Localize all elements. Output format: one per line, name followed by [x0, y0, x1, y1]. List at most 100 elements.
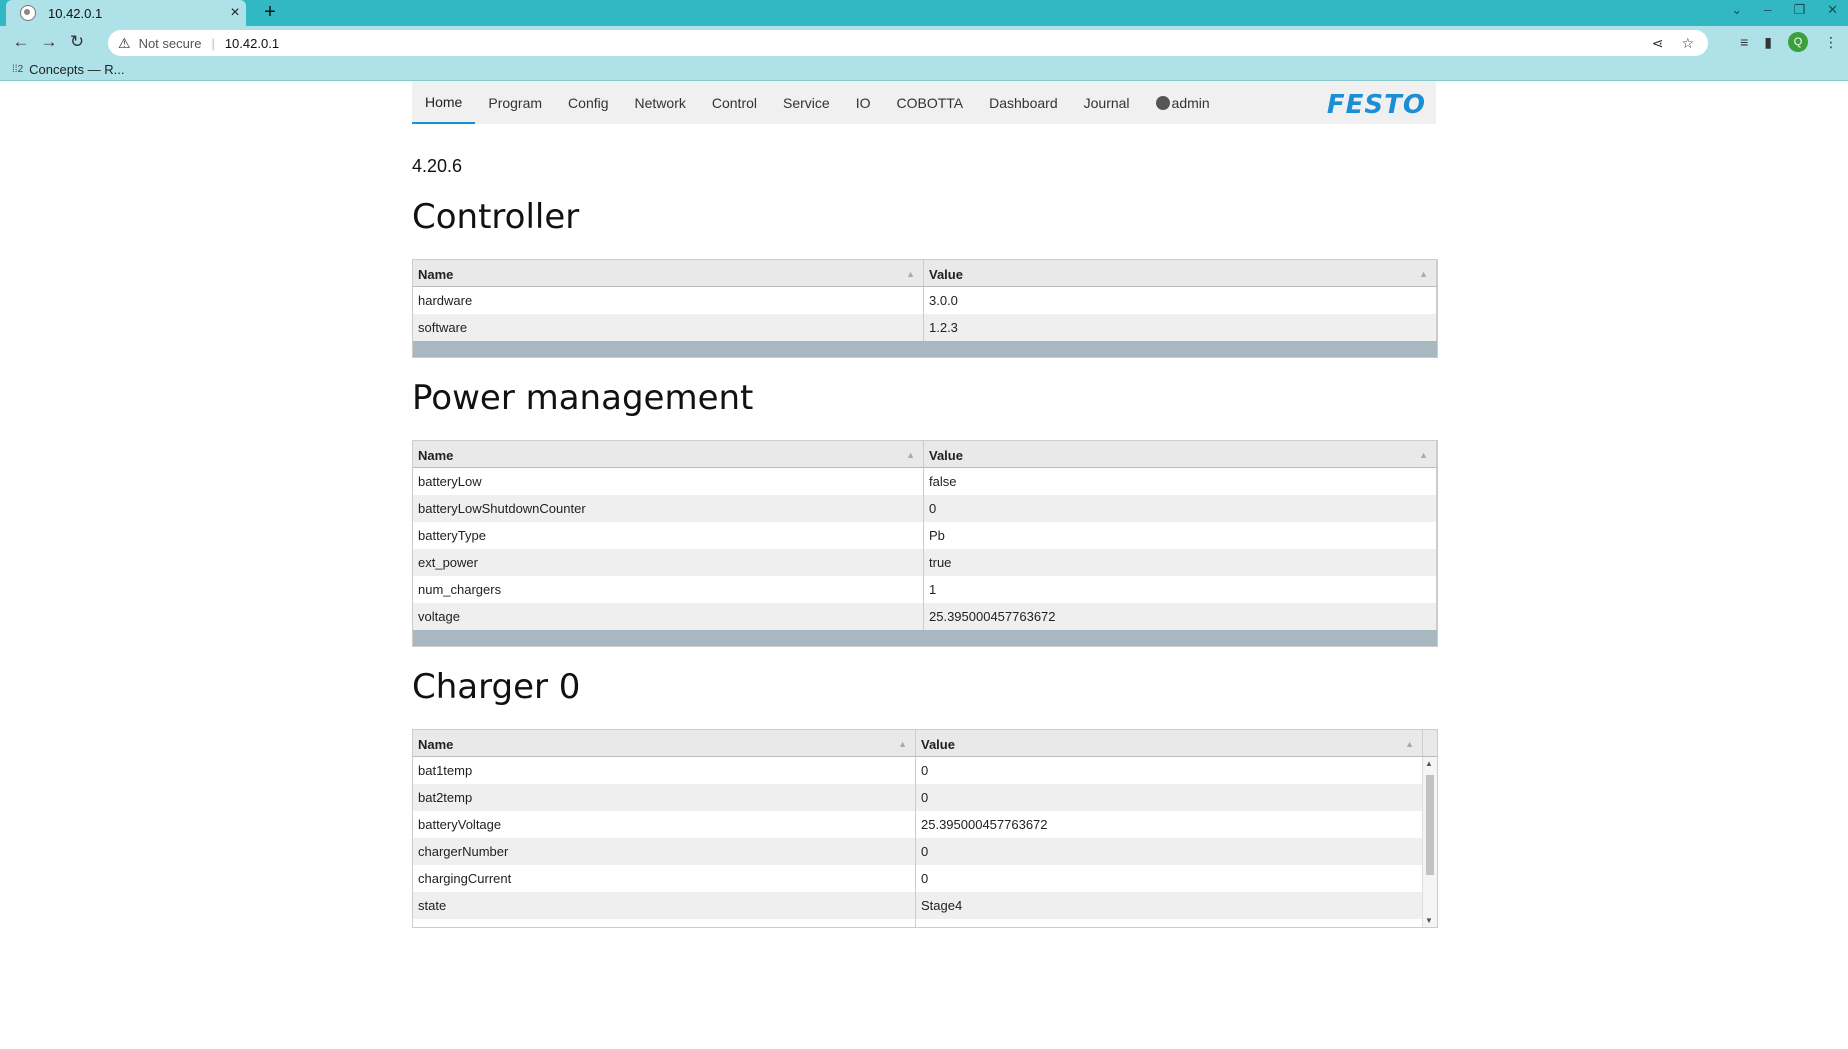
- table-row[interactable]: ext_power true: [413, 549, 1437, 576]
- security-label[interactable]: Not secure: [139, 36, 202, 51]
- nav-item-io[interactable]: IO: [843, 81, 884, 124]
- maximize-icon[interactable]: ❐: [1793, 2, 1805, 18]
- table-body: hardware 3.0.0 software 1.2.3: [413, 287, 1437, 341]
- value-cell: 0: [916, 838, 1423, 865]
- page-content: Home Program Config Network Control Serv…: [412, 81, 1438, 928]
- name-cell: hardware: [413, 287, 924, 314]
- bookmarks-bar: ⁞⁞2 Concepts — R...: [0, 58, 1848, 81]
- name-cell: batteryLowShutdownCounter: [413, 495, 924, 522]
- back-icon[interactable]: ←: [10, 31, 32, 53]
- value-cell: 0: [924, 495, 1437, 522]
- table-row[interactable]: state Stage4: [413, 892, 1437, 919]
- scroll-down-icon[interactable]: ▼: [1425, 916, 1433, 925]
- close-tab-icon[interactable]: ×: [224, 4, 246, 22]
- table-body: batteryLow false batteryLowShutdownCounter…: [413, 468, 1437, 630]
- table-row[interactable]: batteryVoltage 25.395000457763672: [413, 811, 1437, 838]
- address-separator: |: [211, 35, 215, 51]
- name-column-label: Name: [418, 448, 454, 463]
- sort-icon[interactable]: ▲: [1419, 269, 1428, 279]
- browser-tab-strip: 10.42.0.1 × + ⌄ – ❐ ✕: [0, 0, 1848, 26]
- side-panel-icon[interactable]: ▮: [1764, 34, 1772, 51]
- name-cell: bat2temp: [413, 784, 916, 811]
- name-column-label: Name: [418, 267, 454, 282]
- value-column-label: Value: [929, 267, 963, 282]
- nav-item-admin[interactable]: admin: [1143, 81, 1223, 124]
- value-column-header[interactable]: Value ▲: [924, 260, 1437, 286]
- value-cell: 25.395000457763672: [924, 603, 1437, 630]
- window-controls: ⌄ – ❐ ✕: [1731, 2, 1838, 18]
- name-column-header[interactable]: Name ▲: [413, 730, 916, 756]
- controller-heading: Controller: [412, 197, 580, 237]
- share-icon[interactable]: ⋖: [1652, 35, 1664, 52]
- nav-item-service[interactable]: Service: [770, 81, 843, 124]
- table-scrollbar[interactable]: ▲ ▼: [1422, 757, 1437, 927]
- table-row[interactable]: chargingCurrent 0: [413, 865, 1437, 892]
- scroll-thumb[interactable]: [1426, 775, 1434, 875]
- value-cell: 1: [924, 576, 1437, 603]
- table-row[interactable]: hardware 3.0.0: [413, 287, 1437, 314]
- forward-icon[interactable]: →: [38, 31, 60, 53]
- table-row[interactable]: software 1.2.3: [413, 314, 1437, 341]
- scroll-up-icon[interactable]: ▲: [1425, 759, 1433, 768]
- value-column-label: Value: [929, 448, 963, 463]
- close-window-icon[interactable]: ✕: [1827, 2, 1838, 18]
- bookmark-badge: 2: [17, 63, 24, 75]
- sort-icon[interactable]: ▲: [906, 450, 915, 460]
- table-row[interactable]: batteryLow false: [413, 468, 1437, 495]
- bookmark-star-icon[interactable]: ☆: [1681, 35, 1694, 52]
- bookmark-item[interactable]: Concepts — R...: [29, 62, 124, 77]
- table-row[interactable]: batteryType Pb: [413, 522, 1437, 549]
- address-bar[interactable]: ⚠ Not secure | 10.42.0.1 ⋖ ☆: [108, 30, 1708, 56]
- admin-label: admin: [1171, 94, 1210, 111]
- profile-avatar[interactable]: Q: [1788, 32, 1808, 52]
- menu-icon[interactable]: ⋮: [1824, 34, 1838, 51]
- name-cell: state: [413, 892, 916, 919]
- value-cell: 0: [916, 757, 1423, 784]
- table-row[interactable]: batteryLowShutdownCounter 0: [413, 495, 1437, 522]
- name-cell: chargingCurrent: [413, 865, 916, 892]
- name-cell: batteryType: [413, 522, 924, 549]
- value-cell: 25.395000457763672: [916, 811, 1423, 838]
- reload-icon[interactable]: ↻: [66, 31, 88, 53]
- minimize-icon[interactable]: –: [1764, 2, 1771, 18]
- table-row[interactable]: chargerNumber 0: [413, 838, 1437, 865]
- table-header: Name ▲ Value ▲: [413, 441, 1437, 468]
- table-header: Name ▲ Value ▲: [413, 260, 1437, 287]
- name-column-header[interactable]: Name ▲: [413, 260, 924, 286]
- table-footer: [413, 341, 1437, 357]
- table-row[interactable]: voltage 25.395000457763672: [413, 603, 1437, 630]
- name-cell: stateNumber: [413, 919, 916, 927]
- sort-icon[interactable]: ▲: [1419, 450, 1428, 460]
- nav-item-network[interactable]: Network: [622, 81, 699, 124]
- table-row[interactable]: stateNumber10: [413, 919, 1437, 927]
- nav-item-program[interactable]: Program: [475, 81, 555, 124]
- url-text[interactable]: 10.42.0.1: [225, 36, 279, 51]
- table-row[interactable]: bat1temp 0: [413, 757, 1437, 784]
- sort-icon[interactable]: ▲: [898, 739, 907, 749]
- new-tab-icon[interactable]: +: [258, 1, 282, 24]
- version-label: 4.20.6: [412, 156, 463, 176]
- nav-item-home[interactable]: Home: [412, 81, 476, 124]
- nav-item-cobotta[interactable]: COBOTTA: [883, 81, 976, 124]
- table-row[interactable]: num_chargers 1: [413, 576, 1437, 603]
- value-column-header[interactable]: Value ▲: [916, 730, 1423, 756]
- nav-item-dashboard[interactable]: Dashboard: [976, 81, 1071, 124]
- charger-table: Name ▲ Value ▲ bat1temp 0 bat2temp 0 batteryVo…: [412, 729, 1438, 928]
- warning-icon[interactable]: ⚠: [118, 35, 131, 52]
- table-row[interactable]: bat2temp 0: [413, 784, 1437, 811]
- name-cell: num_chargers: [413, 576, 924, 603]
- table-body[interactable]: bat1temp 0 bat2temp 0 batteryVoltage 25.39500…: [413, 757, 1437, 927]
- tab-search-icon[interactable]: ⌄: [1731, 2, 1742, 18]
- controller-table: Name ▲ Value ▲ hardware 3.0.0 software 1.2.3: [412, 259, 1438, 358]
- sort-icon[interactable]: ▲: [1405, 739, 1414, 749]
- sort-icon[interactable]: ▲: [906, 269, 915, 279]
- value-column-header[interactable]: Value ▲: [924, 441, 1437, 467]
- name-column-header[interactable]: Name ▲: [413, 441, 924, 467]
- nav-item-config[interactable]: Config: [555, 81, 621, 124]
- browser-tab[interactable]: 10.42.0.1 ×: [6, 0, 246, 26]
- value-cell: true: [924, 549, 1437, 576]
- name-cell: batteryVoltage: [413, 811, 916, 838]
- nav-item-journal[interactable]: Journal: [1071, 81, 1143, 124]
- nav-item-control[interactable]: Control: [699, 81, 770, 124]
- reading-list-icon[interactable]: ≡: [1740, 34, 1748, 50]
